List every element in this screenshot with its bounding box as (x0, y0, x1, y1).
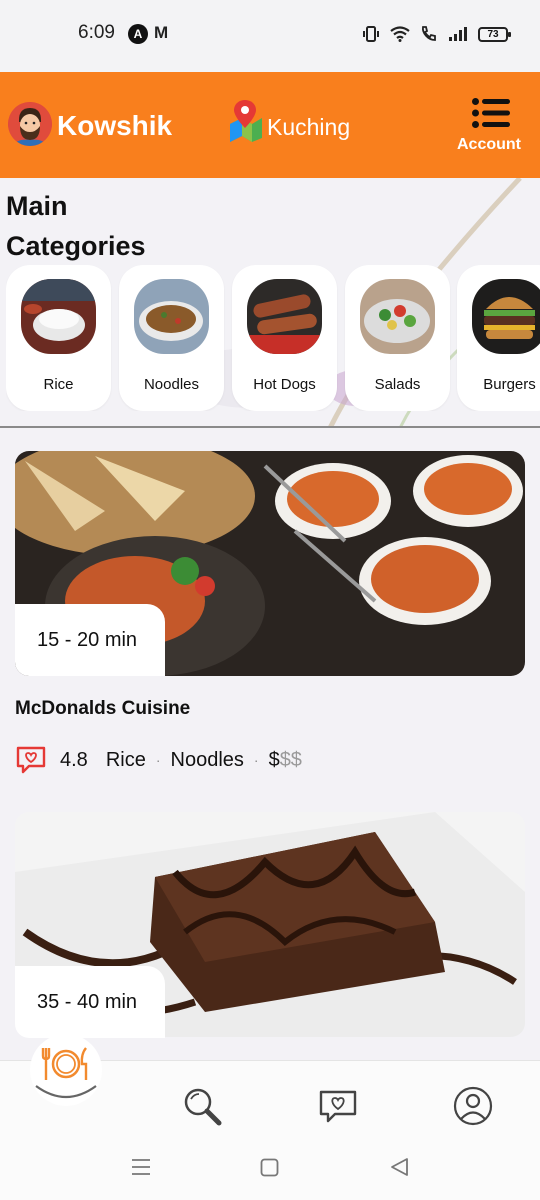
category-card-salads[interactable]: Salads (345, 265, 450, 411)
wifi-call-icon (422, 26, 436, 41)
section-title: Main Categories (6, 191, 146, 261)
category-card-burgers[interactable]: Burgers (457, 265, 540, 411)
rice-bowl-image (21, 279, 96, 354)
delivery-time-badge: 35 - 40 min (15, 966, 165, 1038)
restaurant-meta: 4.8 Rice · Noodles · $ $$ (15, 744, 302, 776)
gmail-notification-icon: M (154, 23, 169, 42)
category-carousel[interactable]: Rice Noodles Hot Dogs Salads Burgers (6, 265, 540, 411)
favorites-icon (319, 1090, 357, 1123)
back-icon[interactable] (389, 1157, 409, 1177)
account-label: Account (457, 136, 521, 153)
menu-list-icon (472, 98, 510, 128)
user-name: Kowshik (57, 110, 173, 141)
battery-icon: 73 (478, 26, 511, 42)
nav-search-button[interactable] (182, 1087, 224, 1132)
search-icon (184, 1088, 222, 1126)
wifi-icon (390, 26, 410, 42)
category-label: Hot Dogs (253, 376, 316, 393)
signal-icon (449, 27, 467, 41)
favorite-heart-icon[interactable] (15, 745, 47, 775)
category-label: Noodles (143, 376, 200, 393)
status-icons: 73 (362, 22, 511, 46)
category-label: Salads (374, 376, 421, 393)
rating-value: 4.8 (60, 748, 88, 771)
category-label: Burgers (483, 376, 536, 393)
app-header: Kowshik Kuching Account (0, 72, 540, 178)
category-card-hot-dogs[interactable]: Hot Dogs (232, 265, 337, 411)
avatar[interactable] (8, 102, 52, 146)
burger-image (472, 279, 540, 354)
home-icon[interactable] (260, 1158, 279, 1177)
map-location-icon[interactable] (228, 98, 264, 142)
salad-bowl-image (360, 279, 435, 354)
status-bar: 6:09 A M 73 (0, 0, 540, 72)
category-label: Rice (43, 376, 74, 393)
sausages-image (247, 279, 322, 354)
cuisine-tag: Noodles (170, 748, 244, 771)
price-level-active: $ (268, 748, 280, 771)
location-label[interactable]: Kuching (267, 114, 350, 141)
app-notification-icon: A (128, 24, 148, 44)
system-navigation-bar (0, 1150, 540, 1200)
cuisine-tag: Rice (105, 748, 146, 771)
vibrate-icon (363, 26, 379, 42)
recent-apps-icon[interactable] (131, 1158, 151, 1176)
nav-profile-button[interactable] (453, 1086, 493, 1131)
nav-restaurants-button[interactable] (30, 1034, 102, 1106)
profile-icon (453, 1086, 493, 1126)
status-time: 6:09 (78, 22, 115, 43)
account-menu-button[interactable]: Account (456, 94, 526, 156)
delivery-time-badge: 15 - 20 min (15, 604, 165, 676)
restaurant-icon (35, 1047, 97, 1098)
category-card-noodles[interactable]: Noodles (119, 265, 224, 411)
restaurant-name[interactable]: McDonalds Cuisine (15, 698, 190, 720)
price-level-inactive: $$ (279, 748, 302, 771)
noodles-plate-image (134, 279, 209, 354)
section-divider (0, 426, 540, 428)
category-card-rice[interactable]: Rice (6, 265, 111, 411)
nav-favorites-button[interactable] (318, 1089, 358, 1130)
